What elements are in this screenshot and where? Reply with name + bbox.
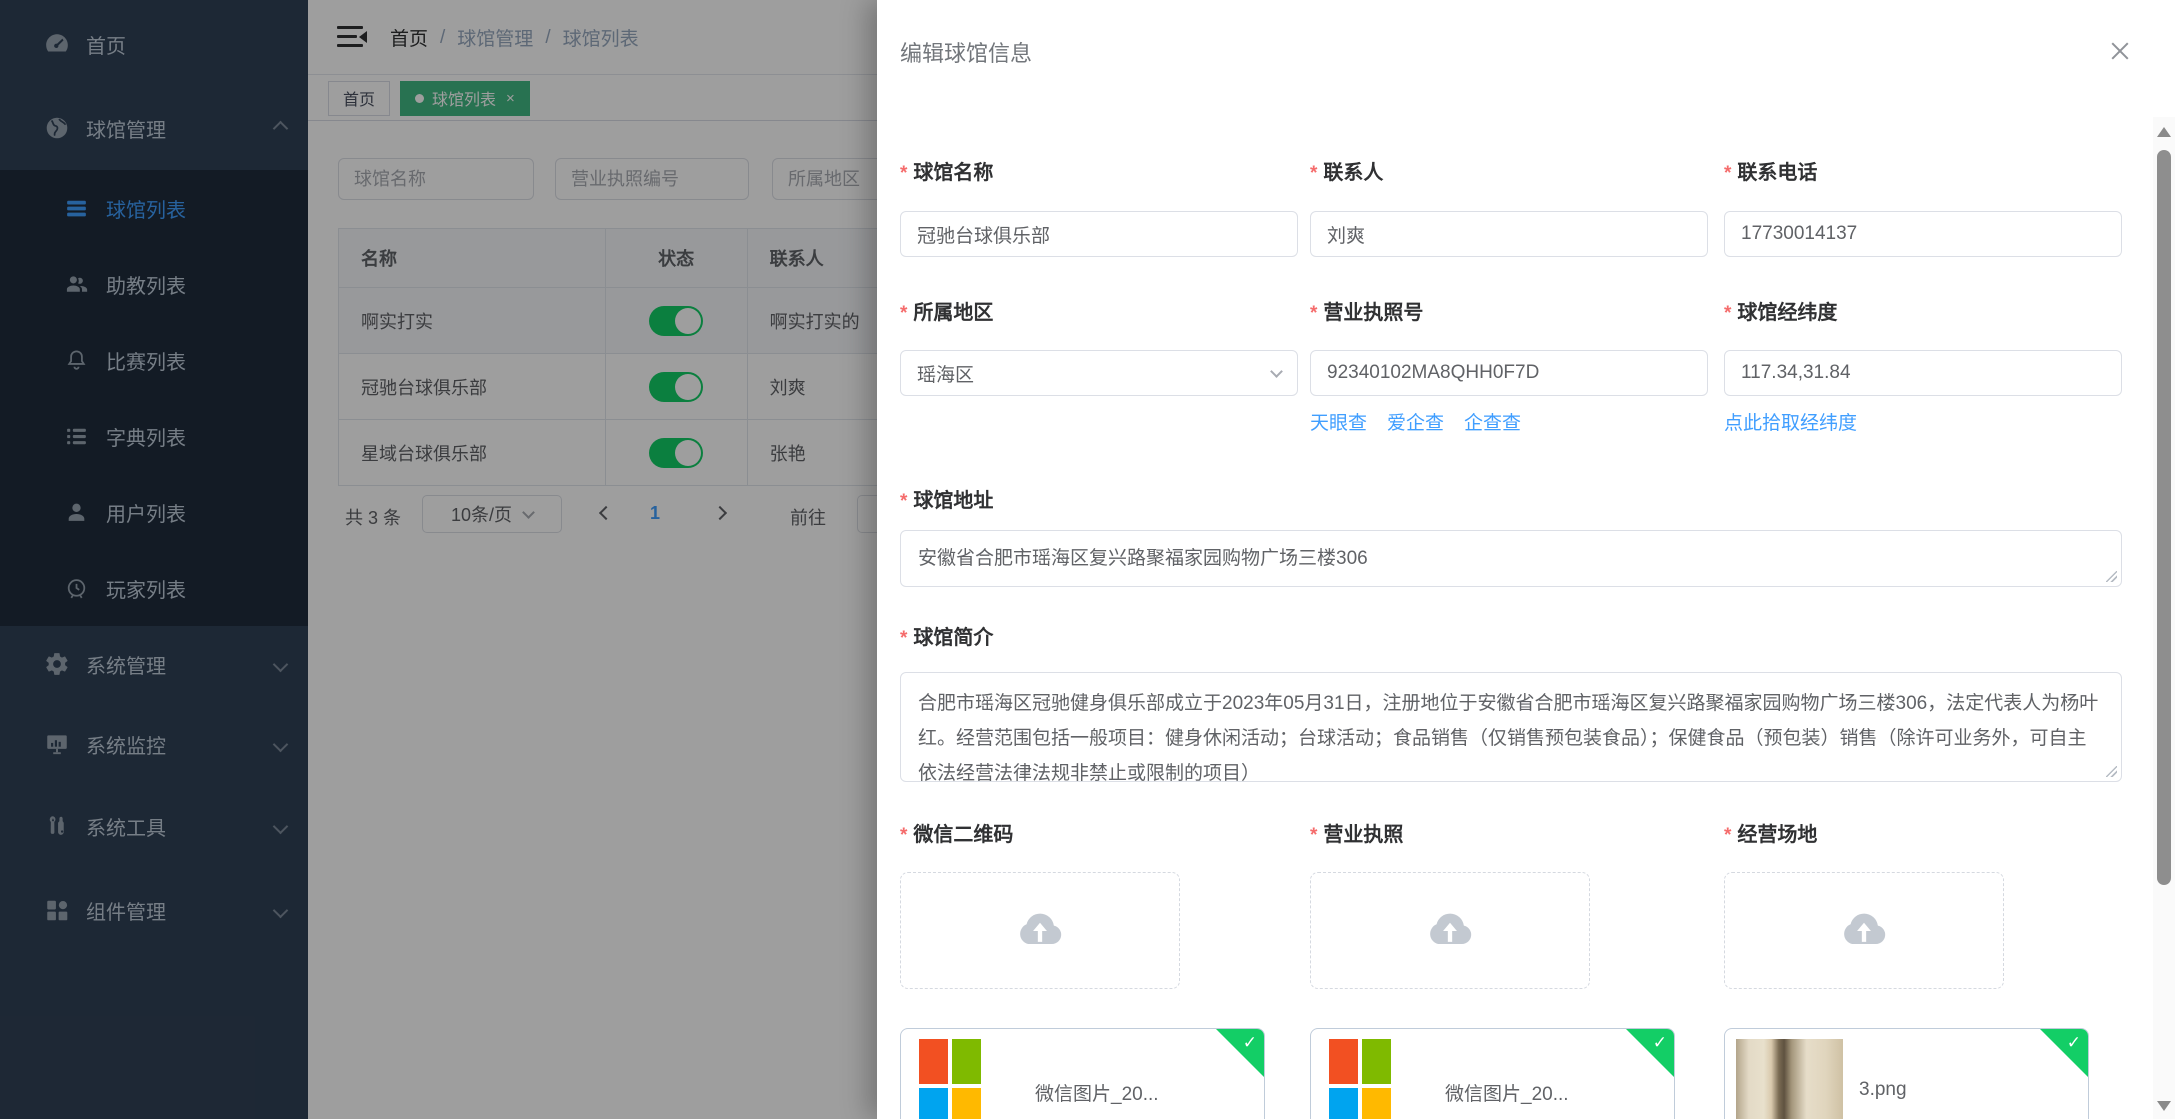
scrollbar-thumb[interactable] [2157,150,2171,885]
intro-textarea[interactable]: 合肥市瑶海区冠驰健身俱乐部成立于2023年05月31日，注册地位于安徽省合肥市瑶… [900,672,2122,782]
phone-input[interactable] [1724,211,2122,257]
required-marker: * [1724,825,1731,846]
address-textarea[interactable]: 安徽省合肥市瑶海区复兴路聚福家园购物广场三楼306 [900,530,2122,587]
required-marker: * [900,628,907,649]
venue-name-input[interactable] [900,211,1298,257]
file-name: 3.png [1859,1079,1907,1101]
required-marker: * [900,163,907,184]
file-name: 微信图片_20... [1035,1079,1159,1106]
required-marker: * [1724,163,1731,184]
field-label-address: *球馆地址 [900,484,993,510]
scroll-down-arrow[interactable] [2157,1101,2171,1111]
chevron-down-icon [1270,365,1283,378]
required-marker: * [900,825,907,846]
file-thumbnail [1329,1039,1391,1119]
file-thumbnail [1736,1039,1843,1119]
uploaded-file-card[interactable]: 3.png ✓ [1724,1028,2089,1119]
field-label-wechat-qr: *微信二维码 [900,818,1013,844]
field-label-premises: *经营场地 [1724,818,1817,844]
uploaded-file-card[interactable]: 微信图片_20... ✓ [900,1028,1265,1119]
business-license-upload-dropzone[interactable] [1310,872,1590,989]
field-label-business-license: *营业执照 [1310,818,1403,844]
file-thumbnail [919,1039,981,1119]
uploaded-file-card[interactable]: 微信图片_20... ✓ [1310,1028,1675,1119]
pick-coords-link[interactable]: 点此拾取经纬度 [1724,413,1857,434]
close-icon[interactable] [2107,38,2133,64]
region-value: 瑶海区 [917,360,974,387]
required-marker: * [1310,825,1317,846]
field-label-coords: *球馆经纬度 [1724,296,1837,322]
check-icon: ✓ [1243,1033,1257,1053]
resize-grip-icon[interactable] [2106,766,2117,777]
license-lookup-links: 天眼查 爱企查 企查查 [1310,408,1521,435]
required-marker: * [900,303,907,324]
qichacha-link[interactable]: 企查查 [1464,408,1521,435]
field-label-phone: *联系电话 [1724,156,1817,182]
premises-upload-dropzone[interactable] [1724,872,2004,989]
edit-venue-drawer: 编辑球馆信息 *球馆名称 *联系人 *联系电话 *所属地区 *营业执照号 *球馆… [877,0,2175,1119]
scrollbar-track[interactable] [2153,117,2175,1119]
cloud-upload-icon [1838,905,1890,957]
required-marker: * [1310,163,1317,184]
check-icon: ✓ [2067,1033,2081,1053]
aiqicha-link[interactable]: 爱企查 [1387,408,1444,435]
wechat-qr-upload-dropzone[interactable] [900,872,1180,989]
field-label-license: *营业执照号 [1310,296,1423,322]
required-marker: * [1310,303,1317,324]
resize-grip-icon[interactable] [2106,571,2117,582]
license-input[interactable] [1310,350,1708,396]
contact-input[interactable] [1310,211,1708,257]
cloud-upload-icon [1014,905,1066,957]
field-label-intro: *球馆简介 [900,621,993,647]
required-marker: * [900,491,907,512]
pick-coords-link-wrap: 点此拾取经纬度 [1724,408,1857,435]
required-marker: * [1724,303,1731,324]
region-select[interactable]: 瑶海区 [900,350,1298,396]
app-root: 首页 球馆管理 球馆列表 助教列表 比赛列表 字典列表 [0,0,2175,1119]
cloud-upload-icon [1424,905,1476,957]
scroll-up-arrow[interactable] [2157,127,2171,137]
check-icon: ✓ [1653,1033,1667,1053]
field-label-venue-name: *球馆名称 [900,156,993,182]
field-label-contact: *联系人 [1310,156,1383,182]
drawer-title: 编辑球馆信息 [900,36,1032,68]
coords-input[interactable] [1724,350,2122,396]
tianyancha-link[interactable]: 天眼查 [1310,408,1367,435]
file-name: 微信图片_20... [1445,1079,1569,1106]
field-label-region: *所属地区 [900,296,993,322]
